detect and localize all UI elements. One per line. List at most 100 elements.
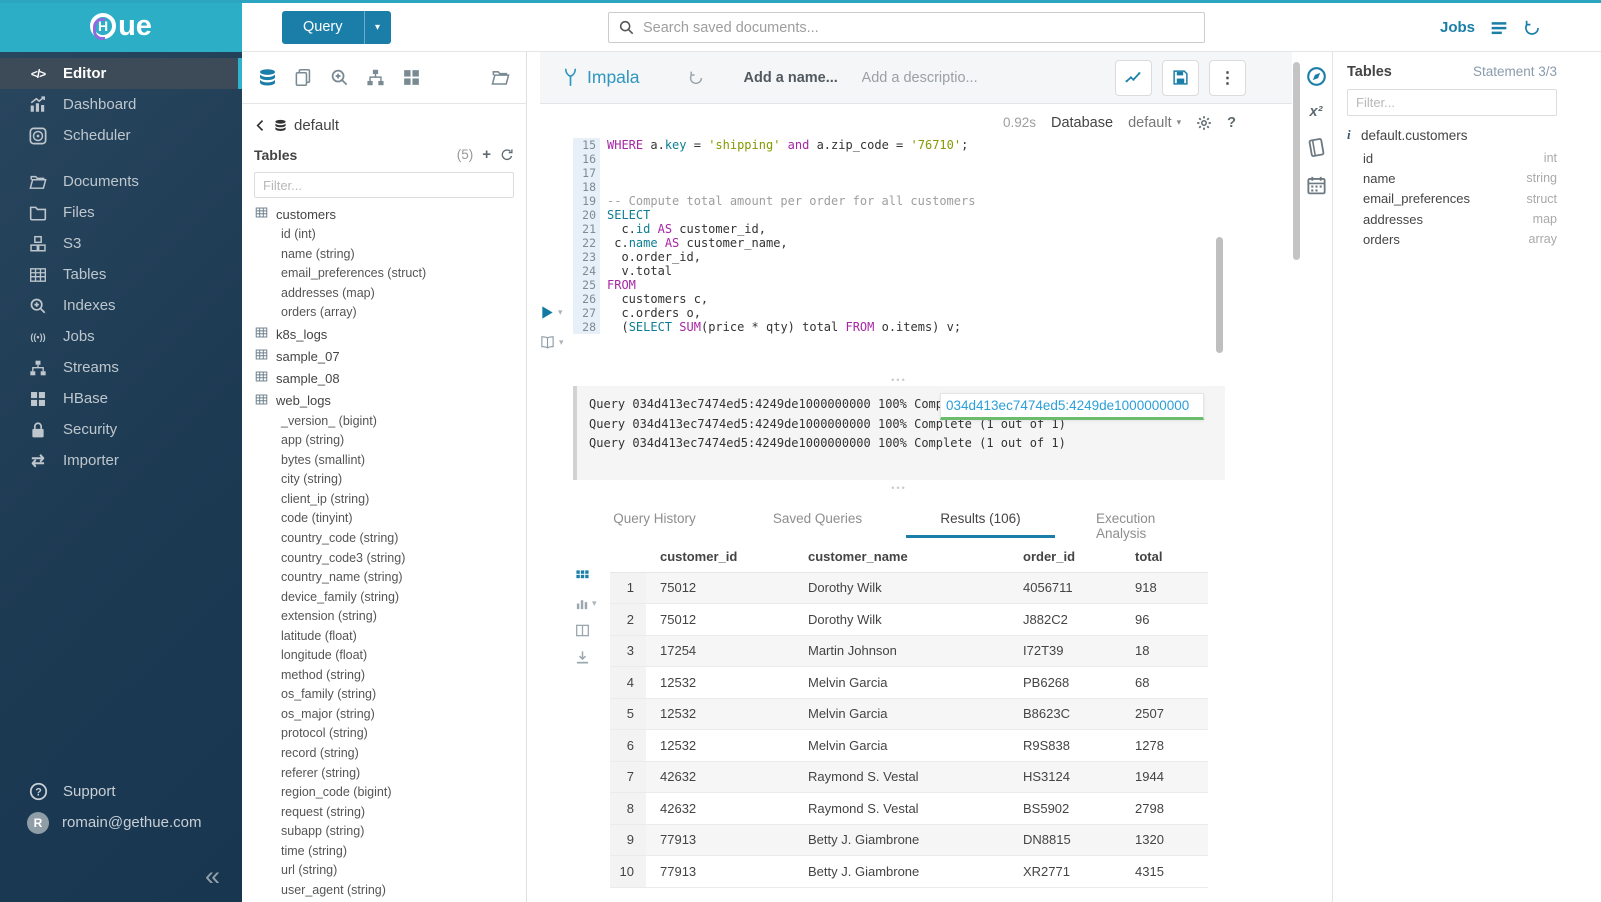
breadcrumb-database[interactable]: default	[294, 117, 339, 134]
column-item[interactable]: extension (string)	[242, 607, 526, 627]
search-input[interactable]	[643, 20, 1194, 36]
column-item[interactable]: orders (array)	[242, 303, 526, 323]
refresh-icon[interactable]	[500, 148, 514, 162]
snippet-history-icon[interactable]	[688, 70, 704, 86]
assistant-compass-icon[interactable]	[1306, 66, 1327, 87]
column-item[interactable]: id (int)	[242, 225, 526, 245]
jobs-link[interactable]: Jobs	[1440, 19, 1475, 36]
column-item[interactable]: os_family (string)	[242, 685, 526, 705]
tab-saved-queries[interactable]: Saved Queries	[736, 500, 899, 542]
sidebar-item-scheduler[interactable]: Scheduler	[0, 120, 242, 151]
back-chevron-icon[interactable]	[254, 119, 267, 132]
right-column-item[interactable]: ordersarray	[1347, 229, 1557, 249]
query-description-input[interactable]	[862, 70, 1012, 86]
streams-source-icon[interactable]	[366, 68, 385, 87]
resize-grip-top[interactable]: •••	[573, 376, 1225, 384]
column-item[interactable]: email_preferences (struct)	[242, 264, 526, 284]
language-docs-icon[interactable]	[1306, 137, 1327, 158]
table-item[interactable]: customers	[242, 203, 526, 225]
sidebar-item-support[interactable]: ? Support	[0, 776, 242, 807]
hue-logo[interactable]: H ue	[0, 0, 242, 52]
sidebar-item-tables[interactable]: Tables	[0, 259, 242, 290]
tab-results-106-[interactable]: Results (106)	[899, 500, 1062, 542]
download-icon[interactable]	[575, 647, 601, 667]
column-item[interactable]: device_family (string)	[242, 588, 526, 608]
column-item[interactable]: protocol (string)	[242, 724, 526, 744]
sidebar-item-dashboard[interactable]: Dashboard	[0, 89, 242, 120]
query-name-input[interactable]	[744, 70, 854, 86]
assist-filter-input[interactable]	[263, 178, 505, 193]
column-header[interactable]: total	[1121, 542, 1208, 572]
hbase-source-icon[interactable]	[402, 68, 421, 87]
right-column-item[interactable]: email_preferencesstruct	[1347, 189, 1557, 209]
column-header[interactable]: customer_name	[794, 542, 1009, 572]
column-item[interactable]: latitude (float)	[242, 627, 526, 647]
chart-view-icon[interactable]: ▾	[575, 593, 601, 613]
database-select[interactable]: default ▾	[1128, 115, 1181, 131]
column-item[interactable]: record (string)	[242, 744, 526, 764]
column-item[interactable]: region_code (bigint)	[242, 783, 526, 803]
columns-view-icon[interactable]	[575, 620, 601, 640]
sidebar-item-importer[interactable]: ⇄Importer	[0, 445, 242, 476]
column-item[interactable]: request (string)	[242, 803, 526, 823]
sidebar-item-editor[interactable]: </>Editor	[0, 58, 242, 89]
editor-scrollbar[interactable]	[1216, 237, 1223, 353]
engine-name[interactable]: Impala	[587, 67, 640, 88]
sidebar-item-s3[interactable]: S3	[0, 228, 242, 259]
column-item[interactable]: method (string)	[242, 666, 526, 686]
table-item[interactable]: web_logs	[242, 389, 526, 411]
resize-grip-bottom[interactable]: •••	[573, 484, 1225, 492]
column-item[interactable]: longitude (float)	[242, 646, 526, 666]
right-column-item[interactable]: namestring	[1347, 168, 1557, 188]
right-filter[interactable]	[1347, 89, 1557, 116]
settings-gear-icon[interactable]	[1196, 115, 1212, 131]
column-item[interactable]: app (string)	[242, 431, 526, 451]
table-item[interactable]: k8s_logs	[242, 323, 526, 345]
column-item[interactable]: time (string)	[242, 842, 526, 862]
sidebar-item-security[interactable]: Security	[0, 414, 242, 445]
column-item[interactable]: os_major (string)	[242, 705, 526, 725]
column-item[interactable]: country_name (string)	[242, 568, 526, 588]
sidebar-item-files[interactable]: Files	[0, 197, 242, 228]
editor-code[interactable]: WHERE a.key = 'shipping' and a.zip_code …	[600, 138, 1268, 334]
more-actions-button[interactable]: ⋮	[1209, 60, 1246, 96]
tab-execution-analysis[interactable]: Execution Analysis	[1062, 500, 1225, 542]
column-item[interactable]: subapp (string)	[242, 822, 526, 842]
column-header[interactable]: customer_id	[646, 542, 794, 572]
active-table-item[interactable]: i default.customers	[1347, 127, 1557, 143]
add-table-icon[interactable]: +	[482, 146, 491, 163]
databases-source-icon[interactable]	[258, 68, 277, 87]
column-item[interactable]: code (tinyint)	[242, 509, 526, 529]
right-column-item[interactable]: addressesmap	[1347, 209, 1557, 229]
indexes-source-icon[interactable]	[330, 68, 349, 87]
sidebar-item-streams[interactable]: Streams	[0, 352, 242, 383]
query-history-icon[interactable]	[1523, 19, 1541, 37]
sidebar-item-user[interactable]: R romain@gethue.com	[0, 807, 242, 838]
column-item[interactable]: city (string)	[242, 470, 526, 490]
sidebar-item-documents[interactable]: Documents	[0, 166, 242, 197]
documents-source-icon[interactable]	[294, 68, 313, 87]
column-item[interactable]: bytes (smallint)	[242, 451, 526, 471]
execute-button[interactable]: ▾	[540, 305, 563, 320]
column-item[interactable]: country_code (string)	[242, 529, 526, 549]
column-header[interactable]: order_id	[1009, 542, 1121, 572]
column-item[interactable]: referer (string)	[242, 764, 526, 784]
sidebar-item-hbase[interactable]: HBase	[0, 383, 242, 414]
new-query-button[interactable]: Query ▾	[282, 11, 391, 44]
column-item[interactable]: name (string)	[242, 245, 526, 265]
explain-button[interactable]: ▾	[539, 335, 564, 350]
tab-query-history[interactable]: Query History	[573, 500, 736, 542]
assist-filter[interactable]	[254, 172, 514, 198]
global-search[interactable]	[608, 12, 1205, 43]
sidebar-item-jobs[interactable]: ((•))Jobs	[0, 321, 242, 352]
chart-settings-button[interactable]	[1115, 60, 1152, 96]
column-item[interactable]: url (string)	[242, 861, 526, 881]
query-button-label[interactable]: Query	[282, 11, 364, 44]
files-source-icon[interactable]	[491, 68, 510, 87]
save-button[interactable]	[1162, 60, 1199, 96]
column-item[interactable]: client_ip (string)	[242, 490, 526, 510]
column-item[interactable]: _version_ (bigint)	[242, 412, 526, 432]
right-column-item[interactable]: idint	[1347, 148, 1557, 168]
query-id-link[interactable]: 034d413ec7474ed5:4249de1000000000	[940, 393, 1204, 420]
right-filter-input[interactable]	[1356, 95, 1548, 110]
